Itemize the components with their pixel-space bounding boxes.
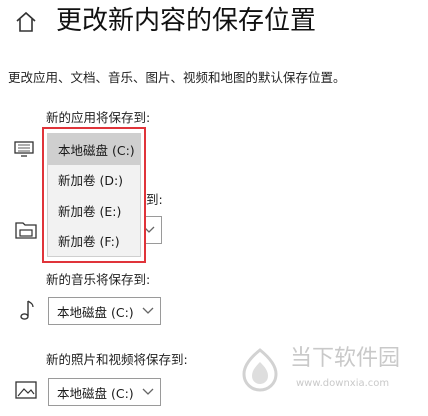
picture-icon: [15, 381, 37, 399]
music-save-label: 新的音乐将保存到:: [46, 272, 151, 287]
photos-selected-value: 本地磁盘 (C:): [57, 385, 134, 401]
dropdown-option-c[interactable]: 本地磁盘 (C:): [48, 134, 140, 165]
monitor-icon: [14, 141, 34, 157]
dropdown-option-d[interactable]: 新加卷 (D:): [48, 165, 140, 196]
apps-location-dropdown[interactable]: 本地磁盘 (C:) 新加卷 (D:) 新加卷 (E:) 新加卷 (F:): [42, 127, 146, 263]
watermark-url: www.downxia.com: [296, 378, 390, 389]
dropdown-option-list: 本地磁盘 (C:) 新加卷 (D:) 新加卷 (E:) 新加卷 (F:): [47, 133, 141, 257]
music-note-icon: [20, 300, 34, 320]
dropdown-option-e[interactable]: 新加卷 (E:): [48, 195, 140, 226]
photos-save-label: 新的照片和视频将保存到:: [46, 352, 188, 367]
music-selected-value: 本地磁盘 (C:): [57, 304, 134, 320]
home-icon[interactable]: [13, 8, 39, 36]
watermark-text: 当下软件园: [290, 346, 401, 371]
photos-location-select[interactable]: 本地磁盘 (C:): [48, 378, 161, 406]
music-location-select[interactable]: 本地磁盘 (C:): [48, 297, 161, 325]
chevron-down-icon: [142, 388, 154, 395]
chevron-down-icon: [142, 307, 154, 314]
folder-icon: [15, 222, 37, 239]
documents-save-label-tail: 到:: [146, 192, 163, 207]
page-title: 更改新内容的保存位置: [56, 6, 317, 36]
apps-save-label: 新的应用将保存到:: [46, 110, 151, 125]
dropdown-option-f[interactable]: 新加卷 (F:): [48, 226, 140, 257]
page-description: 更改应用、文档、音乐、图片、视频和地图的默认保存位置。: [8, 70, 346, 85]
watermark-logo-icon: [242, 348, 278, 392]
